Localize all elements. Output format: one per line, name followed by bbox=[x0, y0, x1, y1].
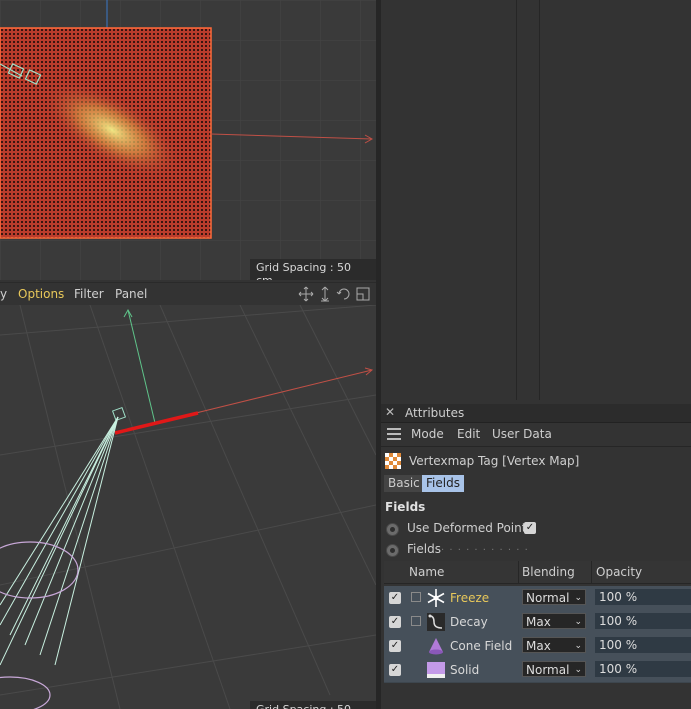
decay-icon bbox=[426, 612, 446, 632]
expand-icon[interactable] bbox=[411, 616, 421, 626]
rotate-view-icon[interactable] bbox=[336, 286, 352, 302]
grid-spacing-label: Grid Spacing : 50 cm bbox=[250, 259, 376, 280]
menu-edit[interactable]: Edit bbox=[457, 427, 480, 441]
grid-spacing-label-bottom: Grid Spacing : 50 cm bbox=[250, 701, 376, 709]
attributes-header: ✕ Attributes bbox=[381, 404, 691, 423]
field-name[interactable]: Solid bbox=[450, 663, 479, 677]
blending-select[interactable]: Normal ⌄ bbox=[522, 661, 586, 677]
enable-checkbox[interactable]: ✓ bbox=[389, 664, 401, 676]
object-manager-panel bbox=[381, 0, 691, 400]
vertexmap-tag-icon bbox=[385, 453, 401, 472]
viewport-menubar: y Options Filter Panel bbox=[0, 282, 378, 305]
column-divider bbox=[516, 0, 517, 400]
table-row[interactable]: ✓ Solid Normal ⌄ 100 % bbox=[384, 658, 691, 683]
close-icon[interactable]: ✕ bbox=[385, 405, 395, 419]
field-name[interactable]: Cone Field bbox=[450, 639, 512, 653]
fields-dots: . . . . . . . . . . . bbox=[441, 542, 529, 553]
blending-select[interactable]: Normal ⌄ bbox=[522, 589, 586, 605]
object-title: Vertexmap Tag [Vertex Map] bbox=[409, 454, 580, 468]
maximize-view-icon[interactable] bbox=[355, 286, 371, 302]
table-row[interactable]: ✓ Decay Max ⌄ 100 % bbox=[384, 610, 691, 635]
blending-select[interactable]: Max ⌄ bbox=[522, 613, 586, 629]
chevron-down-icon: ⌄ bbox=[574, 665, 582, 675]
tab-fields[interactable]: Fields bbox=[422, 475, 464, 492]
column-separator bbox=[518, 561, 519, 583]
blending-value: Normal bbox=[526, 663, 570, 677]
hamburger-menu-icon[interactable] bbox=[386, 428, 402, 443]
snowflake-icon bbox=[426, 588, 446, 608]
expand-icon[interactable] bbox=[411, 592, 421, 602]
blending-value: Normal bbox=[526, 591, 570, 605]
column-header-opacity[interactable]: Opacity bbox=[596, 565, 642, 579]
opacity-field[interactable]: 100 % bbox=[595, 661, 691, 677]
opacity-field[interactable]: 100 % bbox=[595, 589, 691, 605]
top-viewport[interactable]: Grid Spacing : 50 cm bbox=[0, 0, 376, 280]
animate-radio-icon[interactable] bbox=[386, 544, 399, 557]
blending-value: Max bbox=[526, 615, 551, 629]
use-deformed-points-label: Use Deformed Points bbox=[407, 521, 533, 535]
chevron-down-icon: ⌄ bbox=[574, 593, 582, 603]
attributes-panel: ✕ Attributes Mode Edit User Data Vertexm… bbox=[381, 404, 691, 709]
panel-title: Attributes bbox=[405, 406, 465, 420]
perspective-viewport[interactable]: Grid Spacing : 50 cm bbox=[0, 305, 376, 709]
opacity-field[interactable]: 100 % bbox=[595, 613, 691, 629]
table-header: Name Blending Opacity bbox=[384, 561, 691, 584]
column-divider bbox=[539, 0, 540, 400]
fields-label: Fields bbox=[407, 542, 441, 556]
move-view-icon[interactable] bbox=[298, 286, 314, 302]
column-header-blending[interactable]: Blending bbox=[522, 565, 575, 579]
perspective-viewport-canvas bbox=[0, 305, 376, 709]
menu-options[interactable]: Options bbox=[18, 287, 64, 301]
table-row[interactable]: ✓ Cone Field Max ⌄ 100 % bbox=[384, 634, 691, 659]
blending-value: Max bbox=[526, 639, 551, 653]
column-separator bbox=[591, 561, 592, 583]
column-header-name[interactable]: Name bbox=[409, 565, 444, 579]
chevron-down-icon: ⌄ bbox=[574, 617, 582, 627]
menu-user-data[interactable]: User Data bbox=[492, 427, 552, 441]
menu-panel[interactable]: Panel bbox=[115, 287, 147, 301]
animate-radio-icon[interactable] bbox=[386, 523, 399, 536]
field-name[interactable]: Decay bbox=[450, 615, 488, 629]
menu-view-partial[interactable]: y bbox=[0, 287, 7, 301]
zoom-view-icon[interactable] bbox=[317, 286, 333, 302]
use-deformed-points-checkbox[interactable]: ✓ bbox=[524, 522, 536, 534]
enable-checkbox[interactable]: ✓ bbox=[389, 640, 401, 652]
menu-mode[interactable]: Mode bbox=[411, 427, 444, 441]
table-row[interactable]: ✓ Freeze Normal ⌄ 100 % bbox=[384, 586, 691, 611]
enable-checkbox[interactable]: ✓ bbox=[389, 616, 401, 628]
menu-filter[interactable]: Filter bbox=[74, 287, 104, 301]
tab-basic[interactable]: Basic bbox=[384, 475, 424, 492]
chevron-down-icon: ⌄ bbox=[574, 641, 582, 651]
separator bbox=[381, 446, 691, 447]
blending-select[interactable]: Max ⌄ bbox=[522, 637, 586, 653]
section-title: Fields bbox=[385, 500, 426, 514]
field-name[interactable]: Freeze bbox=[450, 591, 489, 605]
opacity-field[interactable]: 100 % bbox=[595, 637, 691, 653]
enable-checkbox[interactable]: ✓ bbox=[389, 592, 401, 604]
cone-icon bbox=[426, 636, 446, 656]
top-viewport-canvas bbox=[0, 0, 376, 280]
solid-icon bbox=[426, 660, 446, 680]
